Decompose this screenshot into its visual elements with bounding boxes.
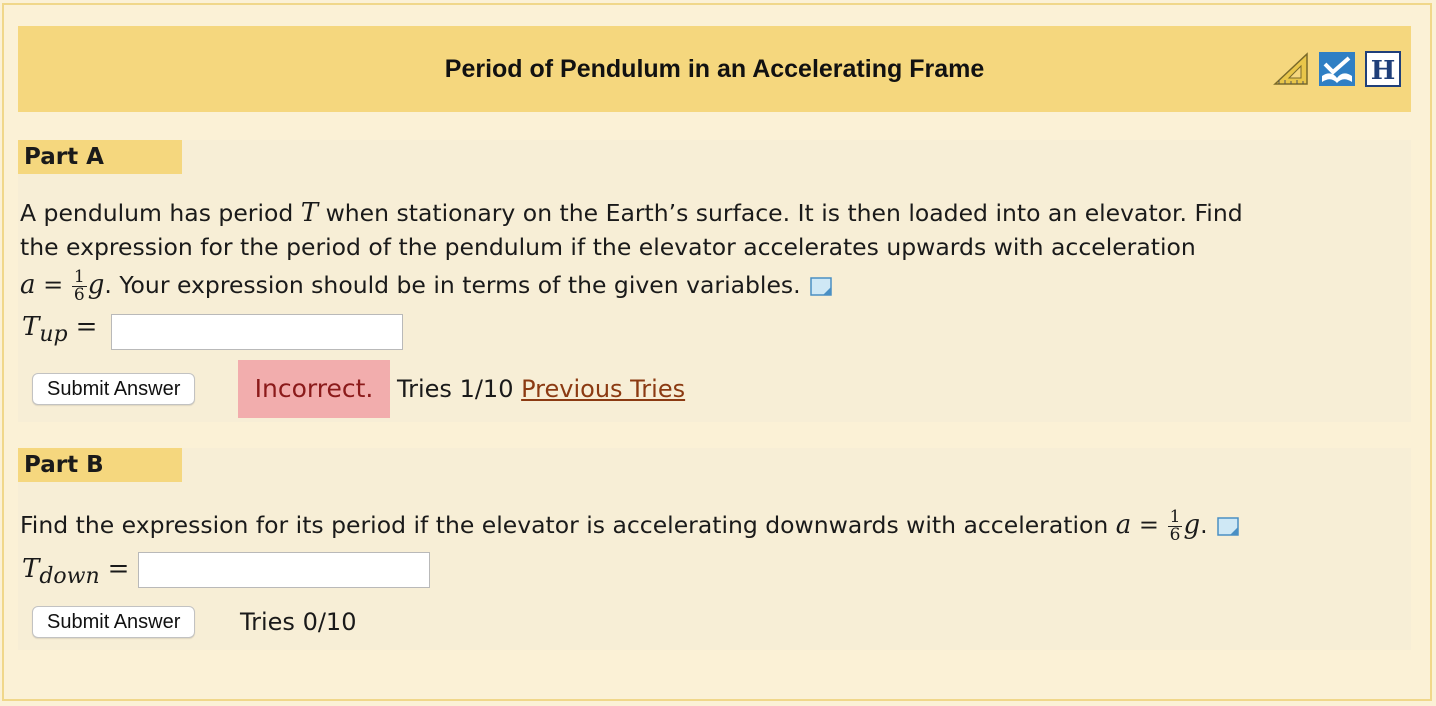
variable-a: a	[20, 270, 36, 300]
part-b-label: Part B	[18, 448, 182, 482]
header-icons: H	[1271, 50, 1403, 88]
answer-equals: =	[107, 554, 130, 584]
part-a-question-line2: the expression for the period of the pen…	[20, 233, 1196, 261]
problem-title: Period of Pendulum in an Accelerating Fr…	[444, 55, 985, 83]
variable-a: a	[1115, 510, 1132, 540]
fraction-denominator: 6	[1169, 525, 1181, 545]
note-icon[interactable]	[1216, 516, 1240, 538]
part-a-answer-input[interactable]	[111, 314, 403, 350]
answer-subscript: up	[39, 322, 68, 347]
part-b-answer-input[interactable]	[138, 552, 430, 588]
part-a-answer-label: Tup =	[22, 312, 97, 347]
ruler-triangle-icon[interactable]	[1271, 50, 1311, 88]
text-segment: .	[1200, 511, 1208, 539]
part-a-incorrect-badge: Incorrect.	[238, 360, 390, 418]
text-segment: . Your expression should be in terms of …	[104, 271, 801, 299]
fraction-one-sixth: 16	[1167, 509, 1183, 545]
part-b-question: Find the expression for its period if th…	[20, 508, 1240, 544]
answer-variable: T	[22, 312, 40, 342]
svg-text:H: H	[1371, 56, 1396, 86]
fraction-one-sixth: 16	[71, 269, 87, 305]
text-segment: A pendulum has period	[20, 199, 301, 227]
part-b-tries: Tries 0/10	[240, 608, 357, 636]
variable-g: g	[87, 270, 105, 300]
answer-subscript: down	[39, 564, 100, 589]
part-b-answer-label: Tdown =	[22, 554, 129, 589]
part-a-question-line3: a = 1 6 g. Your expression should be in te…	[20, 268, 833, 304]
part-b-panel: Part B Find the expression for its perio…	[18, 448, 1411, 650]
fraction-denominator: 6	[73, 285, 85, 305]
part-a-submit-button[interactable]: Submit Answer	[32, 373, 196, 405]
variable-g: g	[1183, 510, 1201, 540]
equals-sign: =	[1131, 511, 1167, 539]
equals-sign: =	[35, 271, 71, 299]
answer-equals: =	[75, 312, 98, 342]
part-a-question-line1: A pendulum has period T when stationary …	[20, 196, 1243, 230]
book-icon[interactable]	[1317, 50, 1357, 88]
part-a-status: Tries 1/10 Previous Tries	[397, 372, 685, 406]
text-segment: when stationary on the Earth’s surface. …	[318, 199, 1243, 227]
part-a-tries: Tries 1/10	[397, 375, 514, 403]
note-icon[interactable]	[809, 276, 833, 298]
part-a-label: Part A	[18, 140, 182, 174]
hint-h-icon[interactable]: H	[1363, 50, 1403, 88]
text-segment: Find the expression for its period if th…	[20, 511, 1116, 539]
part-a-panel: Part A A pendulum has period T when stat…	[18, 140, 1411, 422]
part-b-submit-button[interactable]: Submit Answer	[32, 606, 196, 638]
previous-tries-link[interactable]: Previous Tries	[521, 375, 685, 403]
variable-t: T	[300, 198, 319, 228]
problem-header: Period of Pendulum in an Accelerating Fr…	[18, 26, 1411, 112]
answer-variable: T	[22, 554, 40, 584]
